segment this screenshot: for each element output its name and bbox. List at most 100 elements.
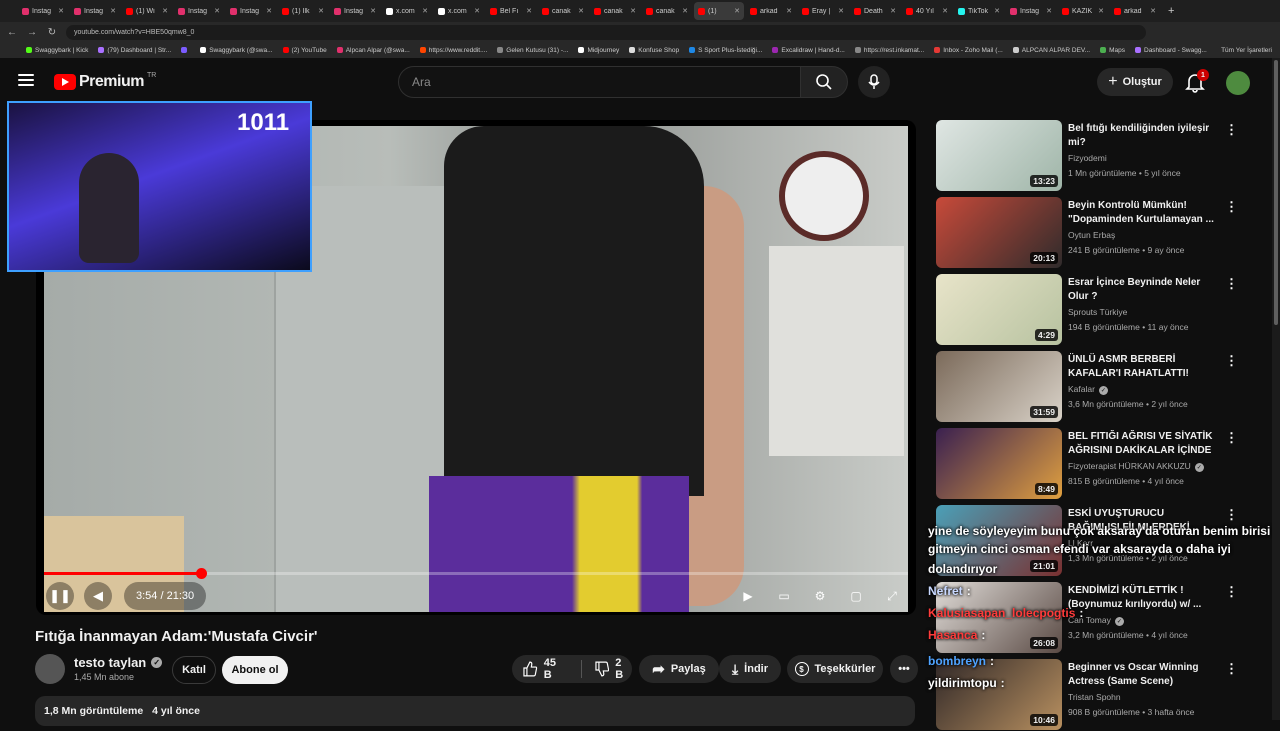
tab-close-icon[interactable]: ✕ (266, 7, 272, 15)
voice-search-button[interactable] (858, 66, 890, 98)
browser-tab[interactable]: x.com ✕ (382, 2, 432, 20)
browser-tab[interactable]: Eray | ✕ (798, 2, 848, 20)
video-channel[interactable]: Ll Kerr (1068, 538, 1093, 548)
more-actions-button[interactable]: ••• (890, 655, 918, 683)
browser-tab[interactable]: (1) İlk ✕ (278, 2, 328, 20)
browser-tab[interactable]: Death ✕ (850, 2, 900, 20)
recommended-video[interactable]: 13:23 Bel fıtığı kendiliğinden iyileşir m… (936, 120, 1246, 192)
bookmark-item[interactable]: (2) YouTube (282, 47, 327, 54)
video-channel[interactable]: Oytun Erbaş (1068, 230, 1115, 240)
video-thumbnail[interactable]: 13:23 (936, 120, 1062, 191)
bookmark-item[interactable]: Dashboard - Swagg... (1135, 47, 1207, 54)
fullscreen-button[interactable]: ⤢ (878, 582, 906, 610)
video-title[interactable]: Beyin Kontrolü Mümkün! "Dopaminden Kurtu… (1068, 199, 1218, 227)
account-avatar[interactable] (1226, 71, 1250, 95)
new-tab-icon[interactable]: + (1168, 5, 1174, 17)
tab-close-icon[interactable]: ✕ (162, 7, 168, 15)
bookmark-item[interactable]: Maps (1100, 47, 1125, 54)
browser-tab[interactable]: (1) Wi ✕ (122, 2, 172, 20)
tab-close-icon[interactable]: ✕ (318, 7, 324, 15)
browser-tab[interactable]: canak ✕ (590, 2, 640, 20)
video-title[interactable]: Esrar İçince Beyninde Neler Olur ? (1068, 276, 1218, 304)
bookmark-item[interactable]: https://rest.inkamat... (854, 47, 924, 54)
bookmark-item[interactable]: https://www.reddit.... (419, 47, 487, 54)
recommended-video[interactable]: 10:46 Beginner vs Oscar Winning Actress (… (936, 659, 1246, 731)
bookmark-item[interactable]: Konfuse Shop (629, 47, 679, 54)
bookmark-item[interactable]: Swaggybark (@swa... (200, 47, 273, 54)
tab-close-icon[interactable]: ✕ (422, 7, 428, 15)
video-thumbnail[interactable]: 20:13 (936, 197, 1062, 268)
video-menu-icon[interactable]: ⋮ (1225, 507, 1238, 523)
all-bookmarks-link[interactable]: Tüm Yer İşaretleri (1221, 47, 1272, 54)
tab-close-icon[interactable]: ✕ (786, 7, 792, 15)
recommended-video[interactable]: 20:13 Beyin Kontrolü Mümkün! "Dopaminden … (936, 197, 1246, 269)
bookmark-item[interactable]: Alpcan Alpar (@swa... (336, 47, 410, 54)
bookmark-item[interactable] (181, 47, 190, 53)
search-input[interactable]: Ara (398, 66, 801, 98)
tab-close-icon[interactable]: ✕ (58, 7, 64, 15)
browser-tab[interactable]: Instag ✕ (226, 2, 276, 20)
address-bar[interactable]: youtube.com/watch?v=HBE50qmw8_0 (66, 24, 1146, 40)
tab-close-icon[interactable]: ✕ (994, 7, 1000, 15)
browser-tab[interactable]: Bel Fı ✕ (486, 2, 536, 20)
forward-icon[interactable]: → (24, 24, 40, 40)
autoplay-toggle[interactable]: ▶ (734, 582, 762, 610)
subtitles-button[interactable]: ▭ (770, 582, 798, 610)
video-menu-icon[interactable]: ⋮ (1225, 199, 1238, 215)
tab-close-icon[interactable]: ✕ (630, 7, 636, 15)
video-title[interactable]: BEL FITIĞI AĞRISI VE SİYATİK AĞRISINI DA… (1068, 430, 1218, 458)
video-title[interactable]: ESKİ UYUŞTURUCU BAĞIMLISI FİLMLERDEKİ UY… (1068, 507, 1218, 535)
browser-tab[interactable]: canak ✕ (538, 2, 588, 20)
video-channel[interactable]: Fizyodemi (1068, 153, 1107, 163)
like-button[interactable]: 45 B (522, 657, 567, 681)
video-menu-icon[interactable]: ⋮ (1225, 353, 1238, 369)
back-icon[interactable]: ← (4, 24, 20, 40)
dislike-button[interactable]: 2 B (594, 657, 633, 681)
browser-tab[interactable]: (1) ✕ (694, 2, 744, 20)
browser-tab[interactable]: canak ✕ (642, 2, 692, 20)
video-menu-icon[interactable]: ⋮ (1225, 122, 1238, 138)
tab-close-icon[interactable]: ✕ (1046, 7, 1052, 15)
youtube-logo[interactable]: Premium TR (54, 72, 156, 91)
recommended-video[interactable]: 26:08 KENDİMİZİ KÜTLETTİK ! (Boynumuz kır… (936, 582, 1246, 654)
bookmark-item[interactable]: Inbox - Zoho Mail (... (934, 47, 1003, 54)
download-button[interactable]: ⤓ İndir (719, 655, 781, 683)
tab-close-icon[interactable]: ✕ (474, 7, 480, 15)
browser-tab[interactable]: Instag ✕ (174, 2, 224, 20)
tab-close-icon[interactable]: ✕ (526, 7, 532, 15)
video-thumbnail[interactable]: 10:46 (936, 659, 1062, 730)
video-thumbnail[interactable]: 8:49 (936, 428, 1062, 499)
bookmark-item[interactable]: Excalidraw | Hand-d... (772, 47, 845, 54)
video-menu-icon[interactable]: ⋮ (1225, 661, 1238, 677)
create-button[interactable]: + Oluştur (1097, 68, 1173, 96)
settings-button[interactable]: ⚙ (806, 582, 834, 610)
browser-tab[interactable]: TikTok ✕ (954, 2, 1004, 20)
theater-mode-button[interactable]: ▢ (842, 582, 870, 610)
video-channel[interactable]: Tristan Spohn (1068, 692, 1121, 702)
video-title[interactable]: KENDİMİZİ KÜTLETTİK ! (Boynumuz kırılıyo… (1068, 584, 1218, 612)
video-thumbnail[interactable]: 4:29 (936, 274, 1062, 345)
video-thumbnail[interactable]: 26:08 (936, 582, 1062, 653)
reload-icon[interactable]: ↻ (44, 24, 60, 40)
description-box[interactable]: 1,8 Mn görüntüleme 4 yıl önce (35, 696, 915, 726)
volume-button[interactable]: ◀ (84, 582, 112, 610)
browser-tab[interactable]: Instag ✕ (330, 2, 380, 20)
browser-tab[interactable]: Instag ✕ (1006, 2, 1056, 20)
tab-close-icon[interactable]: ✕ (578, 7, 584, 15)
recommended-video[interactable]: 8:49 BEL FITIĞI AĞRISI VE SİYATİK AĞRISIN… (936, 428, 1246, 500)
recommended-video[interactable]: 21:01 ESKİ UYUŞTURUCU BAĞIMLISI FİLMLERDE… (936, 505, 1246, 577)
recommended-video[interactable]: 4:29 Esrar İçince Beyninde Neler Olur ? Sp… (936, 274, 1246, 346)
browser-tab[interactable]: arkad ✕ (1110, 2, 1160, 20)
subscribe-button[interactable]: Abone ol (222, 656, 288, 684)
video-title[interactable]: Bel fıtığı kendiliğinden iyileşir mi? (1068, 122, 1218, 150)
browser-tab[interactable]: 40 Yıl ✕ (902, 2, 952, 20)
channel-avatar[interactable] (35, 654, 65, 684)
video-thumbnail[interactable]: 31:59 (936, 351, 1062, 422)
search-button[interactable] (800, 66, 848, 98)
video-channel[interactable]: Kafalar ✓ (1068, 384, 1108, 395)
tab-close-icon[interactable]: ✕ (110, 7, 116, 15)
video-channel[interactable]: Can Tomay ✓ (1068, 615, 1124, 626)
video-title[interactable]: ÜNLÜ ASMR BERBERİ KAFALAR'I RAHATLATTI! (1068, 353, 1218, 381)
tab-close-icon[interactable]: ✕ (370, 7, 376, 15)
pause-button[interactable]: ❚❚ (46, 582, 74, 610)
